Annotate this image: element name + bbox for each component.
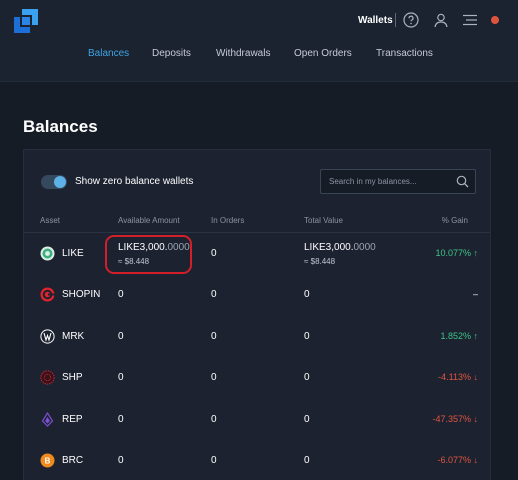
- arrow-down-icon: ↓: [473, 414, 479, 424]
- gain-value: -6.077% ↓: [437, 455, 478, 465]
- balance-search-box[interactable]: [320, 169, 476, 194]
- in-orders-value: 0: [211, 414, 217, 425]
- brc-coin-icon: B: [40, 453, 55, 468]
- gain-percent: 1.852%: [440, 331, 471, 341]
- tab-open-orders[interactable]: Open Orders: [294, 48, 352, 59]
- column-header-available-amount[interactable]: Available Amount: [118, 216, 180, 225]
- total-value: 0: [304, 455, 310, 466]
- gain-value: –: [472, 289, 478, 299]
- gain-value: 1.852% ↑: [440, 331, 478, 341]
- available-amount: 0: [118, 372, 124, 383]
- total-value-integer: LIKE3,000.: [304, 242, 354, 253]
- toggle-knob[interactable]: [54, 176, 66, 188]
- header-divider: [395, 13, 396, 27]
- column-header-asset[interactable]: Asset: [40, 216, 60, 225]
- annotation-highlight: [105, 235, 192, 274]
- wallet-tabs: Balances Deposits Withdrawals Open Order…: [0, 48, 518, 64]
- available-amount: 0: [118, 414, 124, 425]
- column-header-total-value[interactable]: Total Value: [304, 216, 343, 225]
- gain-percent: -47.357%: [432, 414, 471, 424]
- shp-coin-icon: [40, 370, 55, 385]
- zero-balance-toggle-label[interactable]: Show zero balance wallets: [75, 176, 193, 187]
- asset-name[interactable]: REP: [62, 414, 83, 425]
- gain-percent: 10.077%: [435, 248, 471, 258]
- asset-name[interactable]: SHP: [62, 372, 83, 383]
- menu-icon[interactable]: [462, 12, 478, 28]
- zero-balance-toggle[interactable]: [41, 175, 67, 189]
- asset-name[interactable]: BRC: [62, 455, 83, 466]
- available-amount: 0: [118, 331, 124, 342]
- arrow-up-icon: ↑: [473, 248, 479, 258]
- top-bar: Wallets Balances Deposits Withdrawals Op…: [0, 0, 518, 82]
- column-header-gain[interactable]: % Gain: [442, 216, 468, 225]
- gain-value: -47.357% ↓: [432, 414, 478, 424]
- total-value: 0: [304, 372, 310, 383]
- total-value: 0: [304, 414, 310, 425]
- svg-text:B: B: [45, 457, 51, 466]
- logo-icon[interactable]: [14, 9, 38, 33]
- available-amount: 0: [118, 455, 124, 466]
- tab-withdrawals[interactable]: Withdrawals: [216, 48, 270, 59]
- gain-value: 10.077% ↑: [435, 248, 478, 258]
- table-row-rep[interactable]: REP 0 0 0 -47.357% ↓: [24, 399, 490, 440]
- in-orders-value: 0: [211, 455, 217, 466]
- gain-value: -4.113% ↓: [438, 372, 478, 382]
- arrow-down-icon: ↓: [473, 455, 479, 465]
- help-icon[interactable]: [403, 12, 419, 28]
- asset-name[interactable]: MRK: [62, 331, 84, 342]
- available-amount: 0: [118, 289, 124, 300]
- page-title: Balances: [23, 117, 98, 136]
- total-value-fraction: 0000: [353, 242, 376, 253]
- arrow-down-icon: ↓: [473, 372, 479, 382]
- in-orders-value: 0: [211, 331, 217, 342]
- table-row-mrk[interactable]: MRK 0 0 0 1.852% ↑: [24, 316, 490, 357]
- gain-percent: -4.113%: [438, 372, 471, 382]
- tab-balances[interactable]: Balances: [88, 48, 129, 59]
- notification-dot-icon[interactable]: [491, 16, 499, 24]
- arrow-up-icon: ↑: [473, 331, 479, 341]
- table-row-brc[interactable]: B BRC 0 0 0 -6.077% ↓: [24, 440, 490, 480]
- total-usd-value: ≈ $8.448: [304, 257, 336, 266]
- total-value: LIKE3,000.0000: [304, 242, 376, 253]
- in-orders-value: 0: [211, 289, 217, 300]
- balance-search-input[interactable]: [321, 170, 451, 193]
- user-icon[interactable]: [433, 12, 449, 28]
- table-row-shp[interactable]: SHP 0 0 0 -4.113% ↓: [24, 357, 490, 398]
- rep-coin-icon: [41, 412, 54, 427]
- mrk-coin-icon: [40, 329, 55, 344]
- in-orders-value: 0: [211, 372, 217, 383]
- tab-deposits[interactable]: Deposits: [152, 48, 191, 59]
- table-row-like[interactable]: LIKE LIKE3,000.0000 ≈ $8.448 0 LIKE3,000…: [24, 233, 490, 274]
- shopin-coin-icon: [40, 287, 55, 302]
- search-icon[interactable]: [456, 175, 469, 188]
- total-value: 0: [304, 289, 310, 300]
- table-row-shopin[interactable]: SHOPIN 0 0 0 –: [24, 274, 490, 315]
- asset-name[interactable]: LIKE: [62, 248, 84, 259]
- balances-card: Show zero balance wallets Asset Availabl…: [23, 149, 491, 480]
- column-header-in-orders[interactable]: In Orders: [211, 216, 244, 225]
- like-coin-icon: [40, 246, 55, 261]
- in-orders-value: 0: [211, 248, 217, 259]
- wallets-link[interactable]: Wallets: [358, 15, 393, 26]
- gain-percent: -6.077%: [437, 455, 471, 465]
- asset-name[interactable]: SHOPIN: [62, 289, 100, 300]
- tab-transactions[interactable]: Transactions: [376, 48, 433, 59]
- total-value: 0: [304, 331, 310, 342]
